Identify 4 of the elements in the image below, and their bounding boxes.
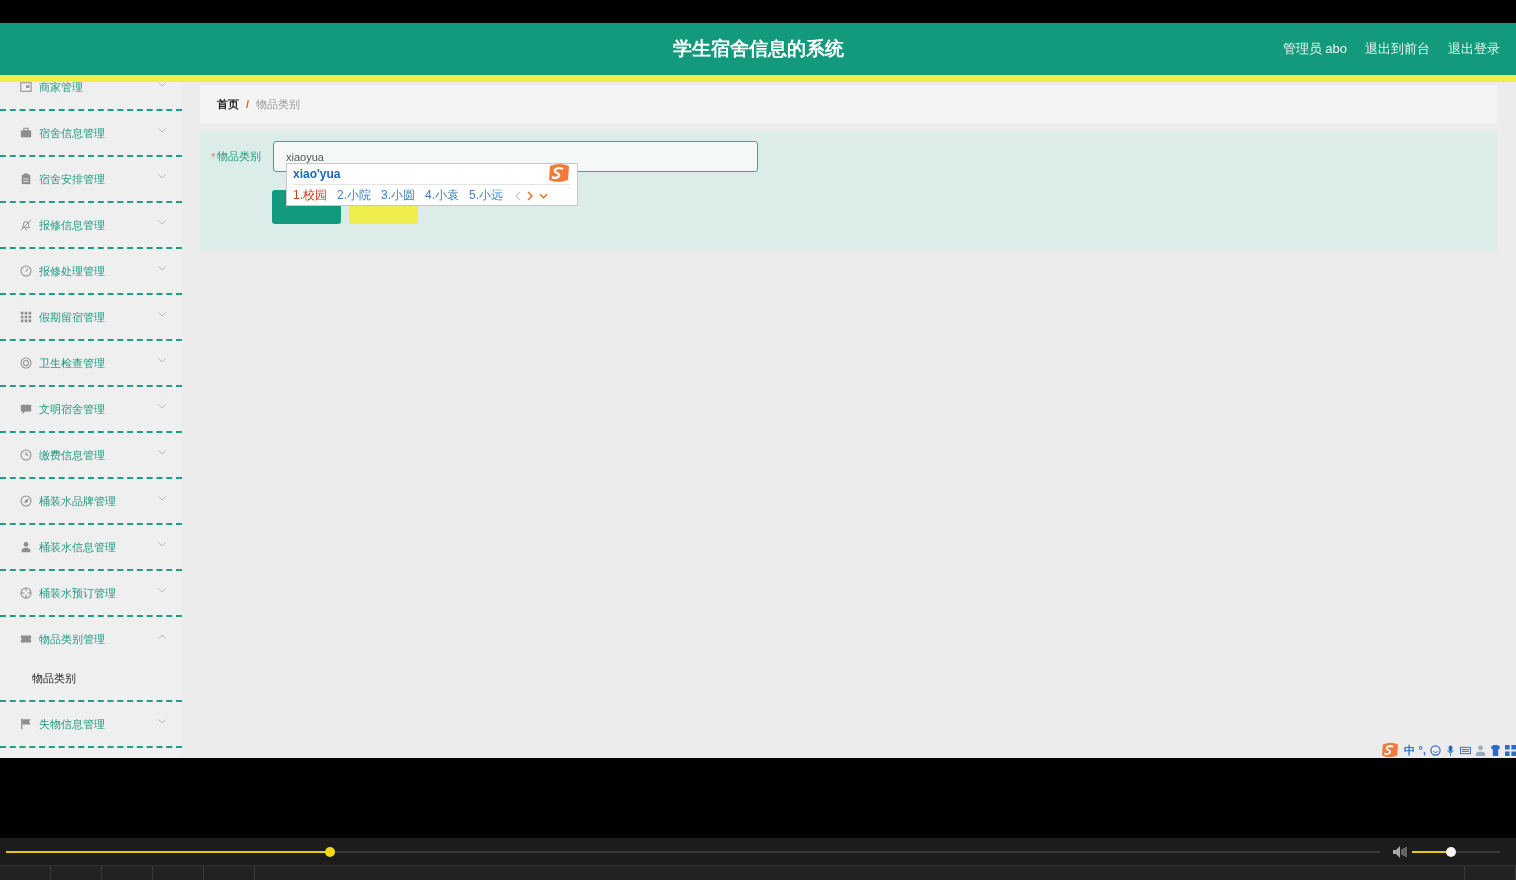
breadcrumb-separator: / <box>246 98 250 110</box>
app-title: 学生宿舍信息的系统 <box>672 37 844 61</box>
required-mark: * <box>211 150 217 163</box>
field-label: 物品类别 <box>217 149 262 164</box>
